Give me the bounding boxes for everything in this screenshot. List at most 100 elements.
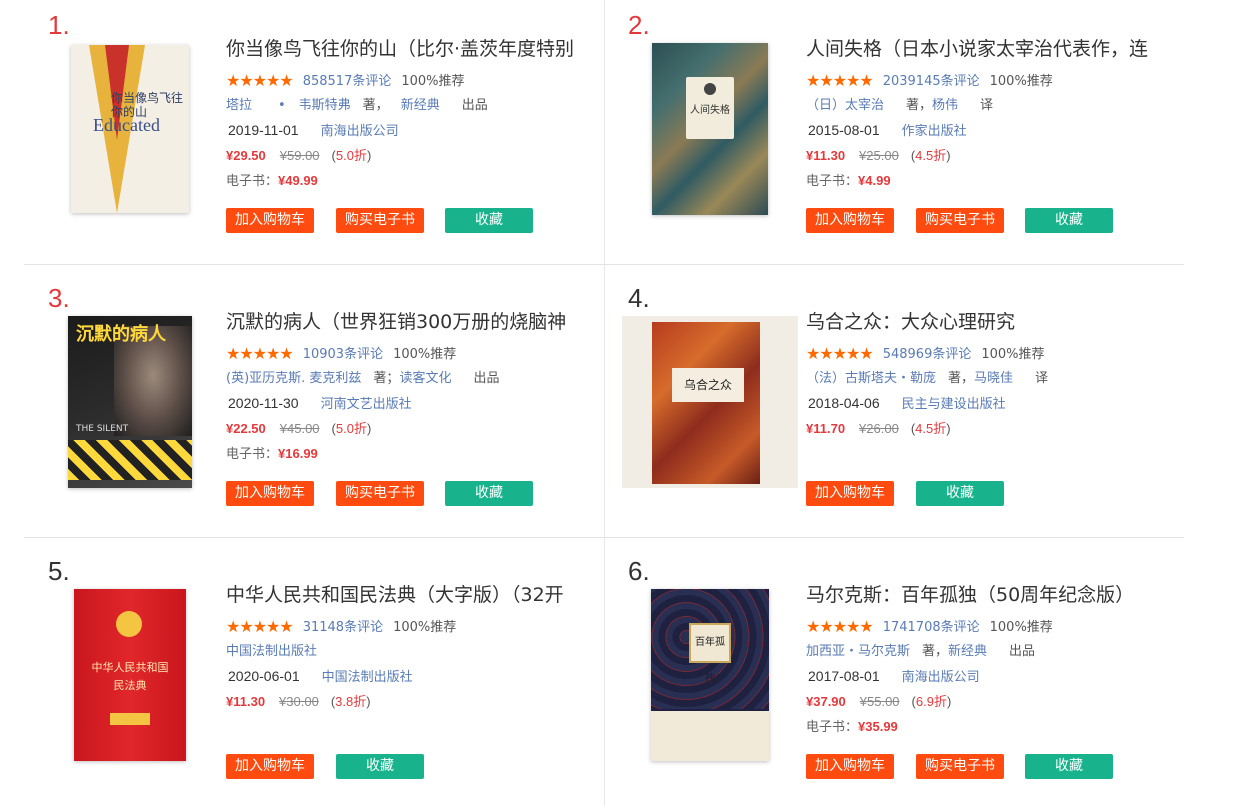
- rating-stars-icon: ★★★★★: [806, 617, 874, 636]
- cover-tag: [110, 713, 150, 725]
- book-cover-link[interactable]: 乌合之众: [622, 311, 798, 493]
- book-title-link[interactable]: 乌合之众：大众心理研究: [806, 309, 1156, 335]
- book-cover-image: 沉默的病人 THE SILENT: [68, 316, 192, 488]
- buy-ebook-button[interactable]: 购买电子书: [336, 481, 424, 506]
- translator-link[interactable]: 杨伟: [932, 98, 958, 113]
- publisher-link[interactable]: 中国法制出版社: [322, 670, 413, 685]
- add-to-cart-button[interactable]: 加入购物车: [226, 754, 314, 779]
- translator-role: 译: [1035, 371, 1049, 386]
- comment-count-link[interactable]: 2039145条评论: [883, 74, 980, 89]
- comment-count-link[interactable]: 858517条评论: [303, 74, 392, 89]
- book-title-link[interactable]: 人间失格（日本小说家太宰治代表作，连: [806, 36, 1156, 62]
- comment-count-link[interactable]: 10903条评论: [303, 347, 383, 362]
- rank-number: 1.: [48, 10, 70, 40]
- rating-stars-icon: ★★★★★: [806, 71, 874, 90]
- book-info: 马尔克斯：百年孤独（50周年纪念版） ★★★★★ 1741708条评论 100%推荐…: [806, 582, 1166, 739]
- author-row: 中国法制出版社: [226, 639, 586, 664]
- buy-ebook-button[interactable]: 购买电子书: [916, 754, 1004, 779]
- publisher-link[interactable]: 南海出版公司: [321, 124, 399, 139]
- cover-title: 中华人民共和国民法典: [91, 661, 169, 692]
- rating-row: ★★★★★ 1741708条评论 100%推荐: [806, 614, 1166, 639]
- add-to-cart-button[interactable]: 加入购物车: [806, 481, 894, 506]
- recommend-rate: 100%推荐: [989, 620, 1053, 635]
- add-to-cart-button[interactable]: 加入购物车: [806, 208, 894, 233]
- favorite-button[interactable]: 收藏: [916, 481, 1004, 506]
- book-cover-link[interactable]: 百年孤独: [648, 584, 772, 766]
- comment-count-link[interactable]: 548969条评论: [883, 347, 972, 362]
- favorite-button[interactable]: 收藏: [336, 754, 424, 779]
- buy-ebook-button[interactable]: 购买电子书: [336, 208, 424, 233]
- discount: (5.0折): [331, 421, 372, 436]
- favorite-button[interactable]: 收藏: [1025, 208, 1113, 233]
- cover-subtitle: THE SILENT: [76, 424, 129, 434]
- rank-number: 5.: [48, 556, 70, 586]
- brand-link[interactable]: 读客文化: [399, 371, 451, 386]
- recommend-rate: 100%推荐: [989, 74, 1053, 89]
- author-link[interactable]: （日）太宰治: [806, 98, 884, 113]
- book-info: 人间失格（日本小说家太宰治代表作，连 ★★★★★ 2039145条评论 100%推荐…: [806, 36, 1166, 193]
- sale-price: ¥22.50: [226, 421, 266, 436]
- favorite-button[interactable]: 收藏: [445, 208, 533, 233]
- publish-row: 2019-11-01 南海出版公司: [226, 118, 586, 143]
- publish-row: 2015-08-01 作家出版社: [806, 118, 1166, 143]
- translator-role: 译: [980, 98, 994, 113]
- ebook-label: 电子书：: [226, 447, 279, 462]
- author-link[interactable]: （法）古斯塔夫・勒庞: [806, 371, 936, 386]
- book-title-link[interactable]: 中华人民共和国民法典（大字版）（32开: [226, 582, 576, 608]
- ebook-label: 电子书：: [226, 174, 279, 189]
- brand-link[interactable]: 新经典: [948, 644, 987, 659]
- author-link[interactable]: 加西亚・马尔克斯: [806, 644, 910, 659]
- rating-stars-icon: ★★★★★: [226, 617, 294, 636]
- author-link[interactable]: 塔拉 • 韦斯特弗: [226, 98, 351, 113]
- publish-date: 2020-06-01: [228, 668, 300, 684]
- cover-painting-art: [652, 322, 760, 484]
- ebook-label: 电子书：: [806, 720, 859, 735]
- discount: (4.5折): [910, 148, 951, 163]
- comment-count-link[interactable]: 1741708条评论: [883, 620, 980, 635]
- translator-link[interactable]: 马晓佳: [974, 371, 1013, 386]
- publisher-link[interactable]: 作家出版社: [902, 124, 967, 139]
- publisher-link[interactable]: 南海出版公司: [902, 670, 980, 685]
- cover-label: 百年孤独: [689, 623, 731, 684]
- book-cover-image: 人间失格: [652, 43, 768, 215]
- author-role: 著；: [373, 371, 400, 386]
- author-row: 加西亚・马尔克斯 著，新经典 出品: [806, 639, 1166, 664]
- recommend-rate: 100%推荐: [981, 347, 1045, 362]
- favorite-button[interactable]: 收藏: [445, 481, 533, 506]
- national-emblem-icon: [116, 611, 142, 637]
- publish-date: 2019-11-01: [228, 122, 299, 138]
- favorite-button[interactable]: 收藏: [1025, 754, 1113, 779]
- original-price: ¥59.00: [279, 148, 320, 163]
- brand-link[interactable]: 新经典: [401, 98, 440, 113]
- book-title-link[interactable]: 你当像鸟飞往你的山（比尔·盖茨年度特别: [226, 36, 576, 62]
- publisher-link[interactable]: 民主与建设出版社: [902, 397, 1006, 412]
- author-role: 著，: [906, 98, 933, 113]
- author-row: （日）太宰治 著，杨伟 译: [806, 93, 1166, 118]
- book-title-link[interactable]: 马尔克斯：百年孤独（50周年纪念版）: [806, 582, 1156, 608]
- book-cover-link[interactable]: 沉默的病人 THE SILENT: [68, 311, 192, 493]
- buy-ebook-button[interactable]: 购买电子书: [916, 208, 1004, 233]
- book-title-link[interactable]: 沉默的病人（世界狂销300万册的烧脑神: [226, 309, 576, 335]
- author-role: 著，: [948, 371, 975, 386]
- comment-count-link[interactable]: 31148条评论: [303, 620, 383, 635]
- book-info: 沉默的病人（世界狂销300万册的烧脑神 ★★★★★ 10903条评论 100%推荐 …: [226, 309, 586, 466]
- add-to-cart-button[interactable]: 加入购物车: [226, 208, 314, 233]
- author-role: 著，: [922, 644, 949, 659]
- brand-role: 出品: [461, 98, 488, 113]
- sale-price: ¥29.50: [226, 148, 266, 163]
- publisher-link[interactable]: 河南文艺出版社: [321, 397, 412, 412]
- book-cover-link[interactable]: 中华人民共和国民法典: [68, 584, 192, 766]
- cover-title: 人间失格: [690, 105, 730, 116]
- rating-stars-icon: ★★★★★: [806, 344, 874, 363]
- book-cover-link[interactable]: 你当像鸟飞往你的山 Educated: [68, 38, 192, 220]
- author-link[interactable]: (英)亚历克斯. 麦克利兹: [226, 371, 361, 386]
- book-card: 3. 沉默的病人 THE SILENT 沉默的病人（世界狂销300万册的烧脑神 …: [24, 273, 604, 545]
- author-link[interactable]: 中国法制出版社: [226, 644, 317, 659]
- price-row: ¥29.50 ¥59.00 (5.0折): [226, 143, 586, 168]
- book-cover-link[interactable]: 人间失格: [648, 38, 772, 220]
- add-to-cart-button[interactable]: 加入购物车: [226, 481, 314, 506]
- add-to-cart-button[interactable]: 加入购物车: [806, 754, 894, 779]
- book-info: 乌合之众：大众心理研究 ★★★★★ 548969条评论 100%推荐 （法）古斯塔夫…: [806, 309, 1166, 441]
- author-role: 著，: [362, 98, 389, 113]
- rank-number: 3.: [48, 283, 70, 313]
